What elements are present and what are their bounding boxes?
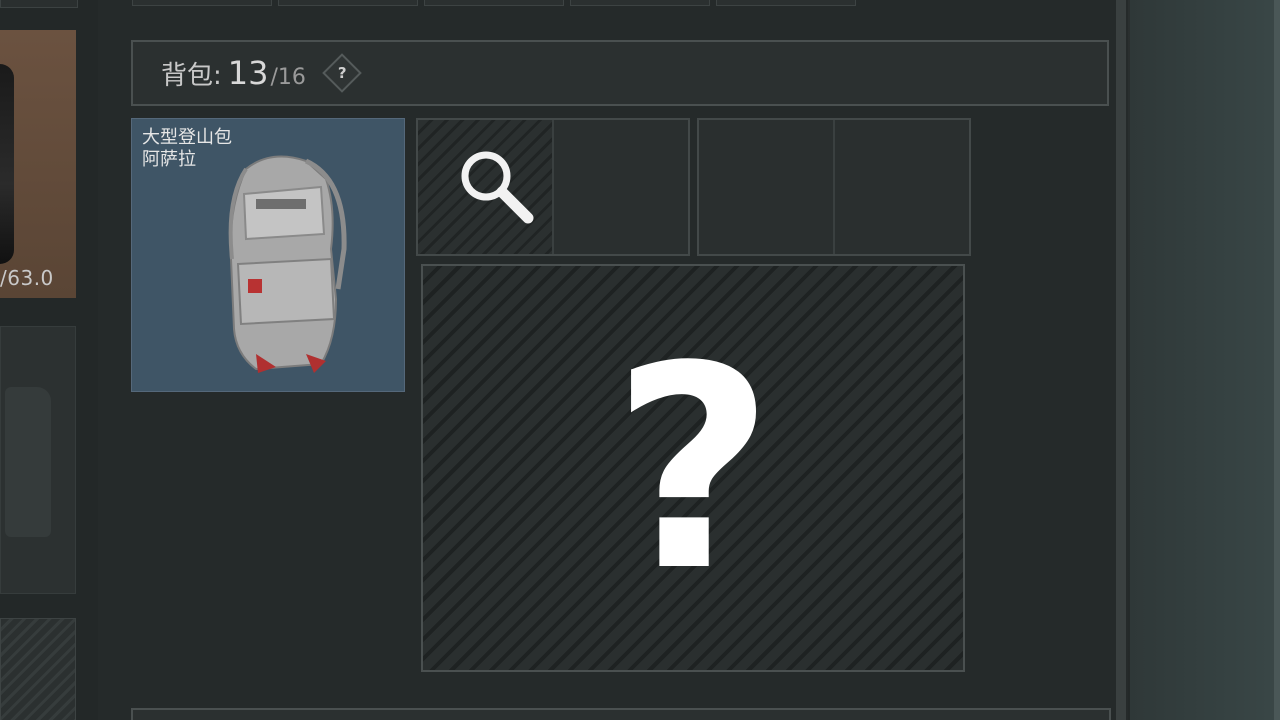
top-slot-row [132, 0, 872, 6]
equipment-slot-top[interactable] [0, 0, 78, 8]
help-icon: ? [337, 63, 347, 82]
panel-scrollbar[interactable] [1116, 0, 1126, 720]
character-column: /63.0 [0, 0, 98, 720]
search-icon [461, 151, 534, 224]
top-slot[interactable] [278, 0, 418, 6]
game-inventory-screen: /63.0 背包: 13 /16 ? 大型登山包 阿萨拉 ? [0, 0, 1280, 720]
backpack-item-card[interactable]: 大型登山包 阿萨拉 [131, 118, 405, 392]
search-slot[interactable] [418, 120, 552, 254]
armor-slot[interactable] [0, 326, 76, 594]
character-card[interactable] [0, 30, 76, 298]
next-section-header [131, 708, 1111, 720]
backpack-capacity: /16 [270, 64, 306, 90]
unknown-item-slot[interactable]: ? [421, 264, 965, 672]
empty-slot[interactable] [552, 120, 688, 254]
top-slot[interactable] [132, 0, 272, 6]
empty-slot[interactable] [833, 120, 969, 254]
question-mark-icon: ? [611, 307, 775, 633]
backpack-count: 13 [227, 54, 269, 92]
backpack-label: 背包: [161, 60, 222, 91]
right-panel [1130, 0, 1280, 720]
container-slot-pair [416, 118, 690, 256]
top-slot[interactable] [716, 0, 856, 6]
backpack-header: 背包: 13 /16 ? [131, 40, 1109, 106]
empty-slot[interactable] [699, 120, 833, 254]
top-slot[interactable] [424, 0, 564, 6]
empty-equipment-slot[interactable] [0, 618, 76, 720]
right-panel-edge [1274, 0, 1280, 720]
character-weight: /63.0 [0, 266, 54, 290]
backpack-icon [228, 155, 347, 373]
armor-silhouette-icon [5, 387, 51, 537]
top-slot[interactable] [570, 0, 710, 6]
character-figure [0, 64, 14, 264]
container-slot-pair [697, 118, 971, 256]
help-button[interactable]: ? [322, 53, 362, 93]
